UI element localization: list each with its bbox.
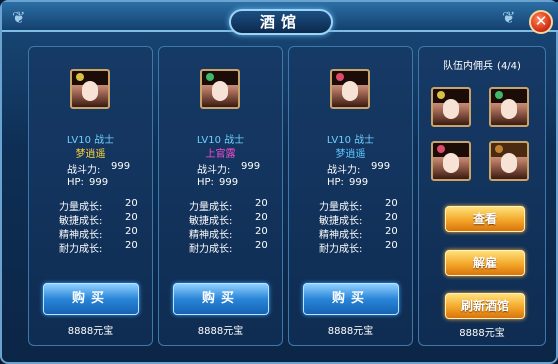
close-icon: ✕ (534, 12, 548, 30)
stat-growth: 耐力成长: 20 (189, 240, 268, 255)
stat-value: 20 (385, 226, 398, 237)
hero-portrait[interactable] (330, 69, 370, 109)
price-label: 8888元宝 (197, 326, 244, 337)
stat-growth: 耐力成长: 20 (59, 240, 138, 255)
cloud-ornament-icon: ❦ (502, 8, 516, 27)
team-title-label: 队伍内佣兵 (443, 61, 494, 72)
stat-value: 999 (111, 161, 131, 172)
refresh-price-label: 8888元宝 (459, 328, 505, 339)
hero-name: 梦逍遥 (75, 149, 106, 160)
stat-hp: HP: 999 (197, 177, 238, 188)
stat-growth: 敏捷成长: 20 (189, 212, 268, 227)
stat-label: HP: (327, 177, 344, 188)
stat-power: 战斗力: 999 (67, 161, 130, 176)
stat-value: 999 (219, 177, 239, 188)
stat-value: 20 (255, 198, 268, 209)
buy-button[interactable]: 购买 (173, 283, 269, 315)
stat-value: 20 (255, 212, 268, 223)
hero-card: LV10 战士 上官露 战斗力: 999 HP: 999 力量成长: 20 敏捷成长:… (158, 46, 283, 346)
team-member-portrait[interactable] (489, 87, 529, 127)
team-title: 队伍内佣兵 (4/4) (419, 57, 545, 72)
stat-value: 20 (125, 212, 138, 223)
stat-value: 999 (371, 161, 391, 172)
stat-growth: 耐力成长: 20 (319, 240, 398, 255)
hero-portrait[interactable] (70, 69, 110, 109)
stat-power: 战斗力: 999 (197, 161, 260, 176)
hero-card: LV10 战士 梦逍遥 战斗力: 999 HP: 999 力量成长: 20 敏捷成长:… (288, 46, 413, 346)
hero-level-class: LV10 战士 (326, 135, 375, 146)
stat-value: 999 (89, 177, 109, 188)
stat-value: 20 (125, 198, 138, 209)
stat-growth: 敏捷成长: 20 (319, 212, 398, 227)
buy-button[interactable]: 购买 (303, 283, 399, 315)
stat-value: 999 (241, 161, 261, 172)
stat-value: 20 (125, 240, 138, 251)
stat-value: 999 (349, 177, 369, 188)
stat-label: 战斗力: (67, 165, 101, 176)
stat-label: 战斗力: (197, 165, 231, 176)
team-member-portrait[interactable] (431, 87, 471, 127)
team-panel: 队伍内佣兵 (4/4) 查看 解雇 刷新酒馆 8888元宝 (418, 46, 546, 346)
price-label: 8888元宝 (67, 326, 114, 337)
stat-value: 20 (385, 198, 398, 209)
stat-label: 耐力成长: (189, 244, 233, 255)
hero-portrait[interactable] (200, 69, 240, 109)
team-member-portrait[interactable] (431, 141, 471, 181)
refresh-tavern-button[interactable]: 刷新酒馆 (445, 293, 525, 319)
stat-label: 耐力成长: (319, 244, 363, 255)
stat-hp: HP: 999 (327, 177, 368, 188)
stat-power: 战斗力: 999 (327, 161, 390, 176)
cloud-ornament-icon: ❦ (12, 8, 26, 27)
stat-growth: 精神成长: 20 (59, 226, 138, 241)
hero-name: 上官露 (205, 149, 236, 160)
stat-value: 20 (255, 226, 268, 237)
tavern-window: ❦ ❦ 酒馆 ✕ LV10 战士 梦逍遥 战斗力: 999 HP: 999 力量成长… (0, 0, 558, 364)
stat-value: 20 (385, 212, 398, 223)
close-button[interactable]: ✕ (529, 10, 553, 34)
stat-label: 耐力成长: (59, 244, 103, 255)
hero-level-class: LV10 战士 (66, 135, 115, 146)
view-button[interactable]: 查看 (445, 206, 525, 232)
stat-value: 20 (385, 240, 398, 251)
dismiss-button[interactable]: 解雇 (445, 250, 525, 276)
team-count: (4/4) (497, 61, 521, 72)
hero-level-class: LV10 战士 (196, 135, 245, 146)
stat-growth: 力量成长: 20 (59, 198, 138, 213)
stat-growth: 力量成长: 20 (189, 198, 268, 213)
hero-name: 梦逍遥 (335, 149, 366, 160)
buy-button[interactable]: 购买 (43, 283, 139, 315)
stat-label: 战斗力: (327, 165, 361, 176)
stat-value: 20 (125, 226, 138, 237)
hero-card: LV10 战士 梦逍遥 战斗力: 999 HP: 999 力量成长: 20 敏捷成长:… (28, 46, 153, 346)
stat-growth: 敏捷成长: 20 (59, 212, 138, 227)
stat-hp: HP: 999 (67, 177, 108, 188)
stat-label: HP: (67, 177, 84, 188)
stat-growth: 精神成长: 20 (189, 226, 268, 241)
window-title: 酒馆 (229, 9, 333, 35)
team-member-portrait[interactable] (489, 141, 529, 181)
price-label: 8888元宝 (327, 326, 374, 337)
stat-value: 20 (255, 240, 268, 251)
stat-growth: 精神成长: 20 (319, 226, 398, 241)
stat-label: HP: (197, 177, 214, 188)
stat-growth: 力量成长: 20 (319, 198, 398, 213)
